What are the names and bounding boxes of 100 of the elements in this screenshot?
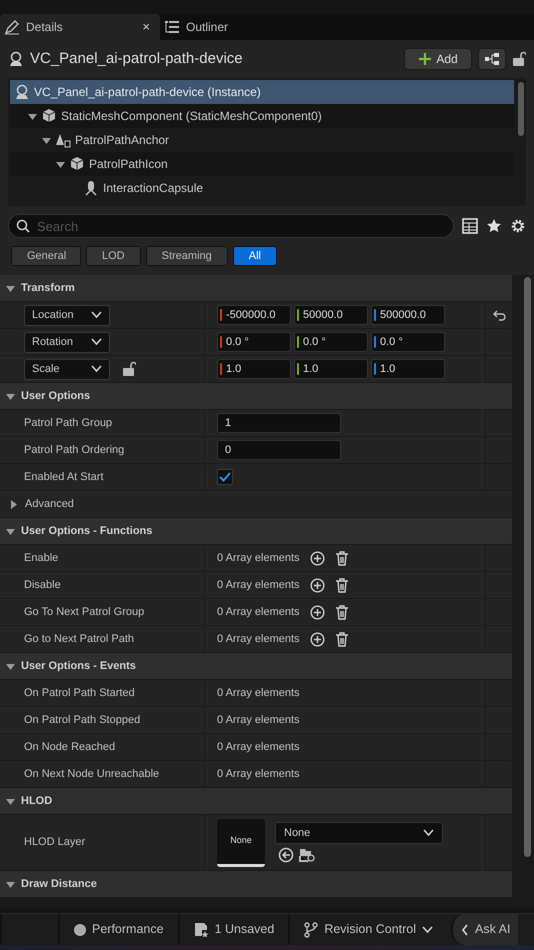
close-button[interactable]: ×: [142, 17, 150, 37]
section-header[interactable]: Transform: [0, 275, 512, 302]
hierarchy-icon: [485, 53, 499, 65]
section-header[interactable]: User Options: [0, 383, 512, 410]
trash-icon[interactable]: [334, 578, 349, 592]
tree-item[interactable]: VC_Panel_ai-patrol-path-device (Instance): [10, 80, 514, 104]
actor-icon: [14, 84, 30, 100]
scrollbar[interactable]: [524, 277, 531, 857]
expand-arrow-icon[interactable]: [56, 160, 65, 168]
collapse-arrow-icon[interactable]: [9, 500, 18, 508]
section-header[interactable]: User Options - Functions: [0, 518, 512, 545]
unlocked-padlock-icon[interactable]: [122, 361, 136, 377]
property-label: Patrol Path Group: [24, 416, 112, 431]
property-label: Go to Next Patrol Path: [24, 632, 134, 647]
tree-item-label: VC_Panel_ai-patrol-path-device (Instance): [34, 84, 261, 101]
hierarchy-button[interactable]: [478, 48, 506, 70]
section-header[interactable]: HLOD: [0, 788, 512, 815]
section-title: User Options - Functions: [21, 524, 152, 539]
property-label: Go To Next Patrol Group: [24, 604, 144, 620]
check-icon: [219, 472, 231, 482]
chevron-down-icon: [91, 311, 102, 319]
expand-arrow-icon[interactable]: [6, 284, 15, 292]
property-dropdown[interactable]: Scale: [24, 358, 110, 380]
tree-item[interactable]: InteractionCapsule: [10, 176, 514, 200]
filter-tab[interactable]: General: [11, 246, 81, 266]
tree-item[interactable]: StaticMeshComponent (StaticMeshComponent0): [10, 104, 514, 128]
add-button[interactable]: Add: [404, 48, 472, 70]
number-field[interactable]: 500000.0: [371, 305, 445, 325]
number-field[interactable]: 0.0 °: [294, 332, 368, 352]
trash-icon[interactable]: [334, 604, 349, 620]
tree-item[interactable]: PatrolPathAnchor: [10, 128, 514, 152]
reset-arrow-icon[interactable]: [492, 310, 506, 320]
tree-item[interactable]: PatrolPathIcon: [10, 152, 514, 176]
number-field[interactable]: 0.0 °: [371, 332, 445, 352]
chevron-down-icon: [423, 829, 434, 838]
number-field[interactable]: 0.0 °: [217, 332, 291, 352]
array-count: 0 Array elements: [217, 686, 300, 701]
asset-dropdown[interactable]: None: [275, 822, 443, 844]
cube-icon: [69, 156, 85, 172]
use-selected-icon[interactable]: [278, 846, 294, 863]
tree-item-label: PatrolPathIcon: [89, 156, 168, 173]
expand-arrow-icon[interactable]: [6, 392, 15, 400]
property-label: On Patrol Path Started: [24, 686, 135, 701]
number-field[interactable]: 1.0: [294, 359, 368, 379]
section-header[interactable]: User Options - Events: [0, 653, 512, 680]
number-field[interactable]: 50000.0: [294, 305, 368, 325]
asset-thumbnail[interactable]: None: [217, 818, 265, 866]
panel-tab[interactable]: Outliner: [160, 14, 238, 40]
array-count: 0 Array elements: [217, 550, 300, 566]
filter-tab[interactable]: LOD: [86, 246, 141, 266]
trash-icon[interactable]: [334, 632, 349, 646]
array-count: 0 Array elements: [217, 632, 300, 647]
property-label: Enabled At Start: [24, 470, 104, 485]
section-header[interactable]: Draw Distance: [0, 871, 512, 898]
expand-arrow-icon[interactable]: [6, 880, 15, 888]
add-element-icon[interactable]: [310, 604, 325, 620]
tree-item-label: PatrolPathAnchor: [75, 132, 170, 149]
property-dropdown[interactable]: Location: [24, 304, 110, 326]
actor-title: VC_Panel_ai-patrol-path-device: [30, 48, 244, 69]
expand-arrow-icon[interactable]: [6, 796, 15, 806]
expand-arrow-icon[interactable]: [6, 662, 15, 670]
circle-icon: [74, 924, 86, 936]
actor-icon: [8, 51, 24, 67]
number-field[interactable]: 0: [217, 440, 341, 460]
property-label: Patrol Path Ordering: [24, 442, 124, 458]
add-element-icon[interactable]: [310, 632, 325, 646]
star-icon[interactable]: [486, 218, 502, 234]
checkbox[interactable]: [217, 469, 233, 485]
section-title: HLOD: [21, 794, 52, 809]
plus-icon: [418, 52, 432, 66]
number-field[interactable]: 1.0: [371, 359, 445, 379]
search-field[interactable]: Search: [8, 214, 454, 238]
expand-arrow-icon[interactable]: [28, 112, 37, 120]
section-title: Draw Distance: [21, 876, 97, 892]
number-field[interactable]: 1: [217, 413, 341, 433]
unlocked-padlock-icon[interactable]: [512, 51, 526, 67]
section-title: User Options: [21, 388, 90, 404]
expand-arrow-icon[interactable]: [42, 136, 51, 144]
array-count: 0 Array elements: [217, 604, 300, 620]
filter-tab[interactable]: Streaming: [146, 246, 228, 266]
capsule-icon: [83, 180, 99, 196]
array-count: 0 Array elements: [217, 740, 300, 755]
browse-folder-icon[interactable]: [299, 846, 316, 863]
property-dropdown[interactable]: Rotation: [24, 332, 110, 352]
tree-item-label: StaticMeshComponent (StaticMeshComponent0): [61, 108, 322, 125]
status-bar-button[interactable]: Ask AI: [451, 914, 518, 945]
trash-icon[interactable]: [334, 550, 349, 566]
section-title: Transform: [21, 280, 75, 296]
expand-arrow-icon[interactable]: [6, 526, 15, 536]
chevron-down-icon: [422, 926, 434, 934]
panel-tab[interactable]: Details ×: [0, 14, 160, 40]
settings-icon[interactable]: [510, 218, 526, 234]
table-icon[interactable]: [462, 218, 478, 234]
number-field[interactable]: -500000.0: [217, 305, 291, 325]
number-field[interactable]: 1.0: [217, 359, 291, 379]
chevron-left-icon: [461, 924, 470, 936]
scrollbar[interactable]: [518, 82, 524, 136]
add-element-icon[interactable]: [310, 550, 325, 566]
add-element-icon[interactable]: [310, 578, 325, 592]
filter-tab[interactable]: All: [232, 246, 277, 266]
